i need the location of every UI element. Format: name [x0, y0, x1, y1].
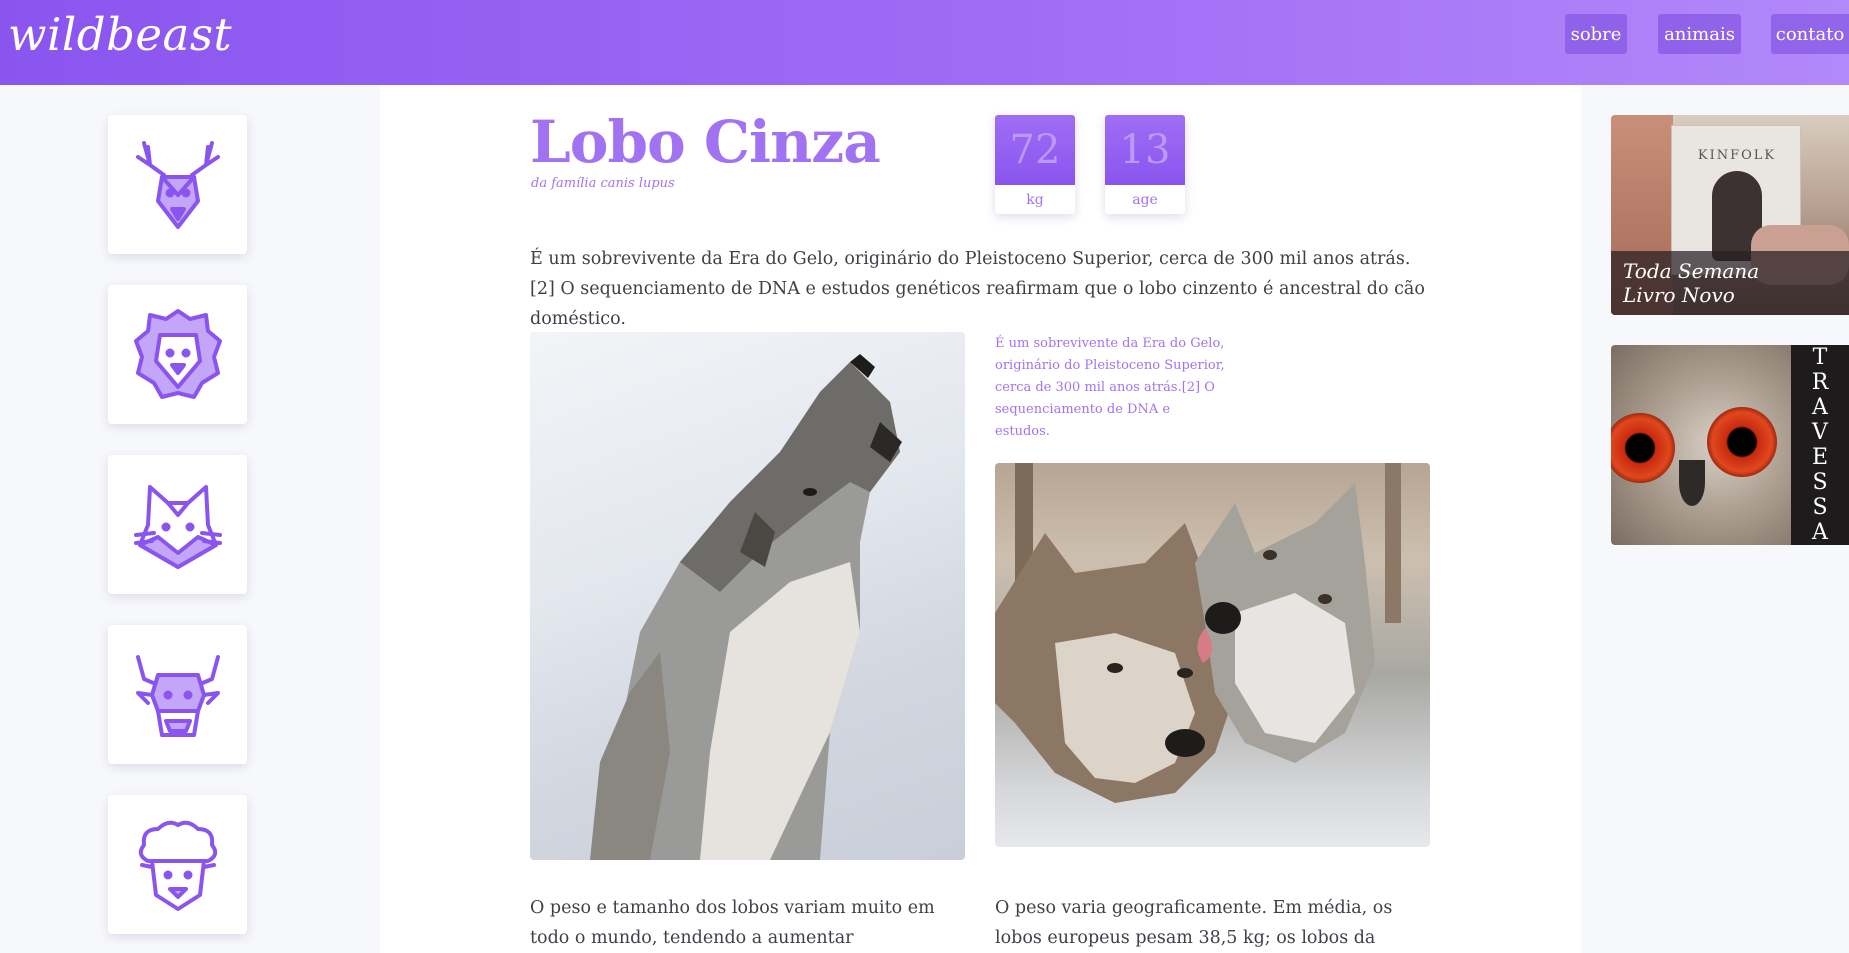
travessa-letter: S [1812, 495, 1828, 520]
site-logo[interactable]: wildbeast [8, 8, 232, 61]
stat-weight: 72 kg [995, 115, 1075, 214]
travessa-letter: E [1811, 445, 1829, 470]
travessa-letter: A [1812, 520, 1828, 545]
nav-contato[interactable]: contato [1771, 14, 1849, 54]
owl-right-eye [1707, 407, 1777, 477]
sheep-icon [138, 820, 217, 911]
travessa-letter: A [1812, 395, 1828, 420]
intro-paragraph: É um sobrevivente da Era do Gelo, origin… [530, 249, 1425, 329]
wolf-pair-illustration [995, 463, 1401, 803]
kinfolk-ad[interactable]: KINFOLK Toda Semana Livro Novo [1611, 115, 1849, 315]
animal-card-lion[interactable] [108, 285, 247, 424]
owl-beak [1679, 460, 1705, 506]
nav-animais[interactable]: animais [1658, 14, 1741, 54]
paragraph-weight-geography: O peso varia geograficamente. Em média, … [995, 898, 1393, 948]
kinfolk-caption-line1: Toda Semana [1623, 259, 1760, 283]
animal-card-deer[interactable] [108, 115, 247, 254]
stat-weight-label: kg [1026, 191, 1044, 208]
howling-wolf-photo [530, 332, 965, 860]
lion-icon [133, 308, 222, 399]
fox-icon [133, 484, 222, 569]
owl-left-eye [1611, 413, 1675, 483]
animal-card-fox[interactable] [108, 455, 247, 594]
animal-card-bull[interactable] [108, 625, 247, 764]
stat-weight-value: 72 [995, 115, 1075, 185]
wolf-pair-photo [995, 463, 1430, 847]
kinfolk-caption-line2: Livro Novo [1623, 283, 1735, 307]
paragraph-weight-size: O peso e tamanho dos lobos variam muito … [530, 898, 935, 948]
deer-icon [135, 140, 220, 229]
stat-age: 13 age [1105, 115, 1185, 214]
page-title: Lobo Cinza [530, 108, 881, 176]
top-header: wildbeast sobre animais contato [0, 0, 1849, 85]
nav-sobre[interactable]: sobre [1565, 14, 1627, 54]
side-note: É um sobrevivente da Era do Gelo, origin… [995, 336, 1225, 439]
bull-icon [135, 654, 220, 737]
travessa-vertical-label: T R A V E S S A [1791, 345, 1849, 545]
travessa-ad[interactable]: T R A V E S S A [1611, 345, 1849, 545]
travessa-letter: R [1811, 370, 1829, 395]
kinfolk-caption: Toda Semana Livro Novo [1611, 251, 1849, 315]
howling-wolf-illustration [590, 354, 902, 860]
animal-card-sheep[interactable] [108, 795, 247, 934]
travessa-letter: S [1812, 470, 1828, 495]
travessa-letter: V [1812, 420, 1828, 445]
kinfolk-book-title: KINFOLK [1697, 148, 1777, 163]
stat-age-value: 13 [1105, 115, 1185, 185]
travessa-letter: T [1812, 345, 1828, 370]
page-subtitle: da família canis lupus [531, 176, 675, 191]
stat-age-label: age [1132, 191, 1158, 208]
